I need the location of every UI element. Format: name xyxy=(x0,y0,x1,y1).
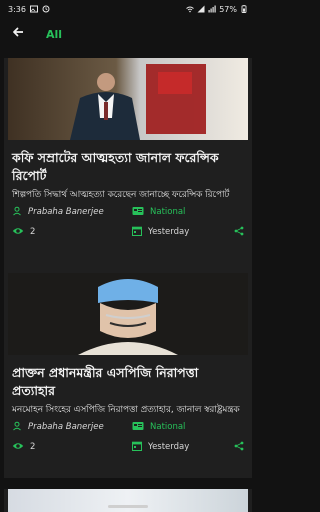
article-card[interactable] xyxy=(4,489,252,512)
app-bar: All xyxy=(0,18,256,50)
battery-percent: 57% xyxy=(219,4,237,14)
author-group: Prabaha Banerjee xyxy=(12,206,132,219)
author-name[interactable]: Prabaha Banerjee xyxy=(28,207,104,217)
article-summary: শিল্পপতি সিদ্ধার্থ আত্মহত্যা করেছেন জানা… xyxy=(12,190,230,200)
date-group: Yesterday xyxy=(132,441,189,454)
battery-icon xyxy=(240,5,248,13)
alarm-icon xyxy=(42,5,50,13)
person-icon xyxy=(12,206,22,219)
eye-icon xyxy=(12,226,24,239)
category-group: National xyxy=(132,421,185,434)
category-label[interactable]: National xyxy=(150,207,185,217)
date-group: Yesterday xyxy=(132,226,189,239)
author-name[interactable]: Prabaha Banerjee xyxy=(28,422,104,432)
view-count: 2 xyxy=(30,227,36,237)
share-button[interactable] xyxy=(234,226,244,239)
article-headline[interactable]: কফি সম্রাটের আত্মহত্যা জানাল ফরেন্সিক রি… xyxy=(12,149,244,185)
category-icon xyxy=(132,206,144,219)
back-arrow-icon xyxy=(10,23,28,45)
publish-date: Yesterday xyxy=(148,227,190,237)
share-icon xyxy=(234,226,244,239)
page-title: All xyxy=(46,27,63,41)
share-button[interactable] xyxy=(234,441,244,454)
person-icon xyxy=(12,421,22,434)
article-headline[interactable]: প্রাক্তন প্রধানমন্ত্রীর এসপিজি নিরাপত্তা… xyxy=(12,364,244,400)
home-indicator xyxy=(108,505,148,508)
category-icon xyxy=(132,421,144,434)
category-group: National xyxy=(132,206,185,219)
article-summary: মনমোহন সিংহের এসপিজি নিরাপত্তা প্রত্যাহা… xyxy=(12,405,240,415)
back-button[interactable] xyxy=(10,25,28,43)
article-stats-row: 2 Yesterday xyxy=(4,222,252,242)
article-stats-row: 2 Yesterday xyxy=(4,437,252,457)
calendar-icon xyxy=(132,441,142,454)
status-left: 3:36 xyxy=(8,5,50,14)
calendar-icon xyxy=(132,226,142,239)
article-meta-row: Prabaha Banerjee National xyxy=(4,202,252,222)
views-group: 2 xyxy=(12,226,132,239)
status-right: 57% xyxy=(186,5,248,14)
views-group: 2 xyxy=(12,441,132,454)
category-label[interactable]: National xyxy=(150,422,185,432)
eye-icon xyxy=(12,441,24,454)
wifi-icon xyxy=(186,5,195,13)
article-card[interactable]: কফি সম্রাটের আত্মহত্যা জানাল ফরেন্সিক রি… xyxy=(4,58,252,278)
view-count: 2 xyxy=(30,442,36,452)
signal-bars-icon xyxy=(208,5,216,13)
article-image xyxy=(8,273,248,355)
signal-icon xyxy=(197,5,205,13)
gallery-icon xyxy=(29,5,38,13)
share-icon xyxy=(234,441,244,454)
article-feed[interactable]: কফি সম্রাটের আত্মহত্যা জানাল ফরেন্সিক রি… xyxy=(0,50,256,512)
article-image xyxy=(8,58,248,140)
article-card[interactable]: প্রাক্তন প্রধানমন্ত্রীর এসপিজি নিরাপত্তা… xyxy=(4,273,252,478)
publish-date: Yesterday xyxy=(148,442,190,452)
author-group: Prabaha Banerjee xyxy=(12,421,132,434)
article-meta-row: Prabaha Banerjee National xyxy=(4,417,252,437)
article-image xyxy=(8,489,248,512)
status-bar: 3:36 57% xyxy=(0,0,256,18)
status-time: 3:36 xyxy=(8,4,26,14)
